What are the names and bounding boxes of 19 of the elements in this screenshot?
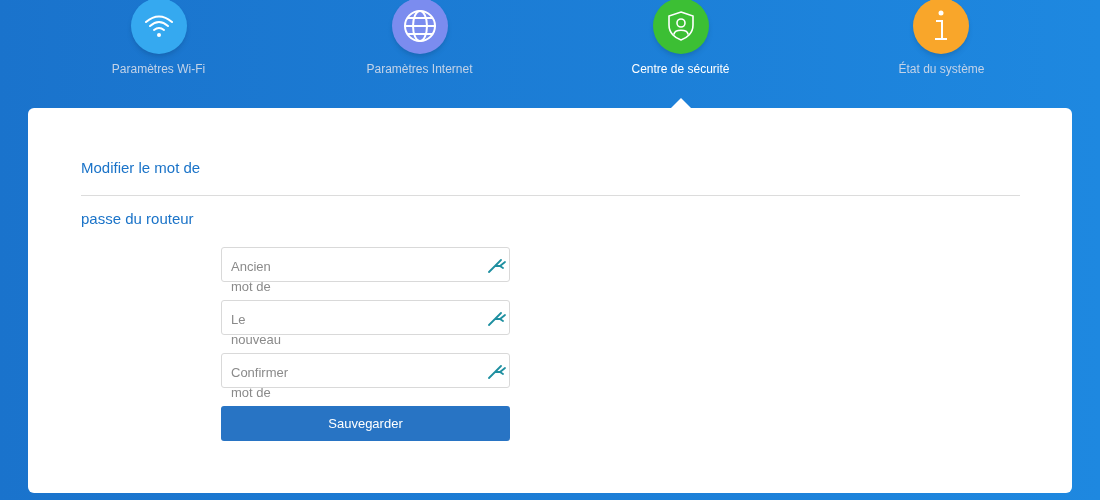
password-field[interactable]: Le [221, 300, 510, 335]
overflow-text: mot de [231, 385, 271, 401]
wifi-icon [143, 13, 174, 39]
password-field[interactable]: Ancien [221, 247, 510, 282]
overflow-text: mot de [231, 279, 271, 295]
info-icon [933, 10, 950, 42]
save-button[interactable]: Sauvegarder [221, 406, 510, 441]
nav-item[interactable]: État du système [898, 0, 985, 80]
nav-item[interactable]: Centre de sécurité [631, 0, 730, 80]
key-icon [487, 312, 507, 326]
key-icon [487, 259, 507, 273]
nav-item[interactable]: Paramètres Internet [366, 0, 473, 80]
globe-icon [402, 9, 437, 43]
overflow-text: nouveau [231, 332, 281, 348]
nav-item[interactable]: Paramètres Wi-Fi [111, 0, 206, 80]
section-title: Modifier le mot de passe du routeur [81, 158, 202, 229]
password-field[interactable]: Confirmer [221, 353, 510, 388]
key-icon [487, 365, 507, 379]
shield-icon [666, 10, 695, 42]
